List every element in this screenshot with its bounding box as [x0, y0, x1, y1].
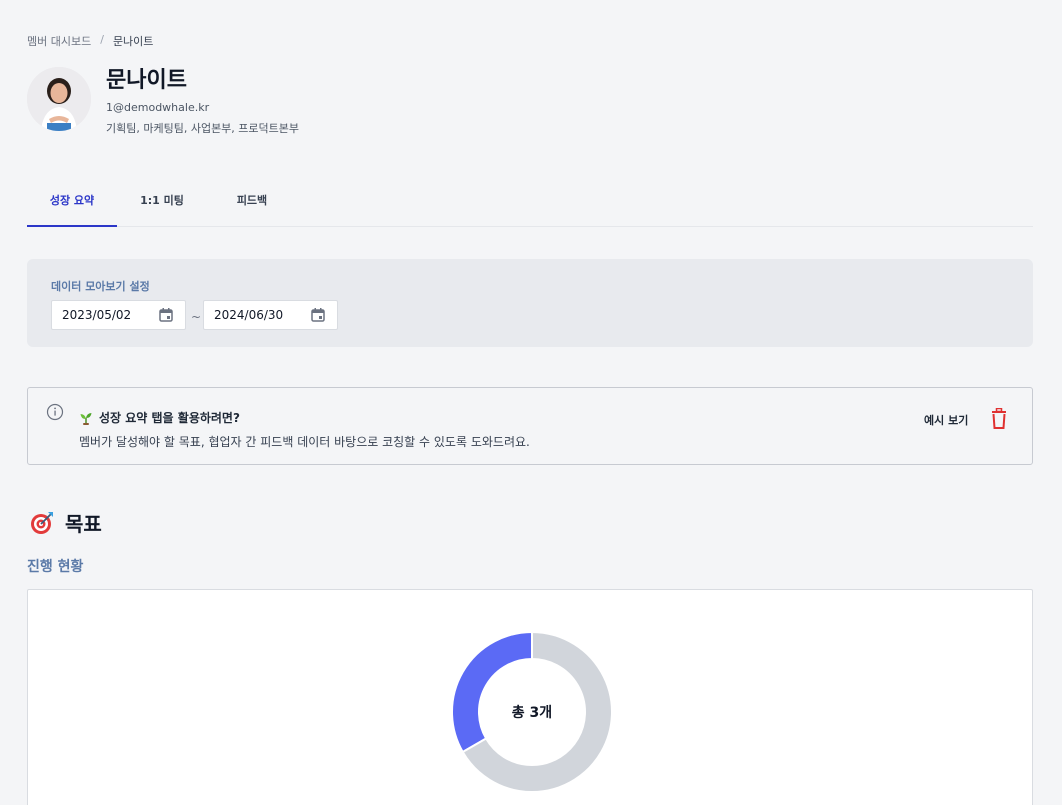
view-example-button[interactable]: 예시 보기 — [924, 412, 968, 428]
data-filter-panel: 데이터 모아보기 설정 2023/05/02 ~ 2024/06/30 — [27, 259, 1033, 347]
calendar-icon[interactable] — [310, 307, 326, 323]
tab-one-on-one[interactable]: 1:1 미팅 — [117, 186, 207, 226]
member-name: 문나이트 — [106, 68, 187, 93]
donut-center-label: 총 3개 — [511, 705, 553, 721]
growth-summary-tip: 성장 요약 탭을 활용하려면? 멤버가 달성해야 할 목표, 협업자 간 피드백… — [27, 387, 1033, 465]
tab-bar: 성장 요약 1:1 미팅 피드백 — [27, 186, 1033, 227]
breadcrumb-separator: / — [100, 33, 104, 46]
goal-progress-chart: 총 3개 — [27, 589, 1033, 805]
tab-growth-summary[interactable]: 성장 요약 — [27, 186, 117, 227]
start-date-field[interactable]: 2023/05/02 — [51, 300, 186, 330]
member-profile: 문나이트 1@demodwhale.kr 기획팀, 마케팅팀, 사업본부, 프로… — [27, 67, 299, 136]
trash-icon[interactable] — [990, 408, 1008, 430]
end-date-value: 2024/06/30 — [214, 308, 284, 322]
filter-label: 데이터 모아보기 설정 — [51, 280, 150, 293]
calendar-icon[interactable] — [158, 307, 174, 323]
end-date-field[interactable]: 2024/06/30 — [203, 300, 338, 330]
breadcrumb-current: 문나이트 — [112, 35, 154, 48]
member-teams: 기획팀, 마케팅팀, 사업본부, 프로덕트본부 — [106, 122, 300, 135]
tip-description: 멤버가 달성해야 할 목표, 협업자 간 피드백 데이터 바탕으로 코칭할 수 … — [79, 435, 530, 449]
member-email: 1@demodwhale.kr — [106, 101, 210, 114]
goal-section-title: 목표 — [29, 508, 102, 537]
progress-status-label: 진행 현황 — [27, 559, 84, 575]
goal-title-text: 목표 — [65, 512, 102, 536]
target-icon — [31, 511, 53, 534]
date-range-separator: ~ — [191, 310, 202, 324]
tab-feedback[interactable]: 피드백 — [207, 186, 297, 226]
sprout-icon — [80, 412, 92, 425]
tip-title: 성장 요약 탭을 활용하려면? — [79, 409, 240, 426]
info-circle-icon — [46, 403, 64, 421]
breadcrumb-parent[interactable]: 멤버 대시보드 — [27, 33, 91, 49]
start-date-value: 2023/05/02 — [62, 308, 132, 322]
tip-title-text: 성장 요약 탭을 활용하려면? — [99, 411, 240, 425]
avatar — [27, 67, 91, 131]
breadcrumb: 멤버 대시보드 / 문나이트 — [27, 33, 153, 49]
